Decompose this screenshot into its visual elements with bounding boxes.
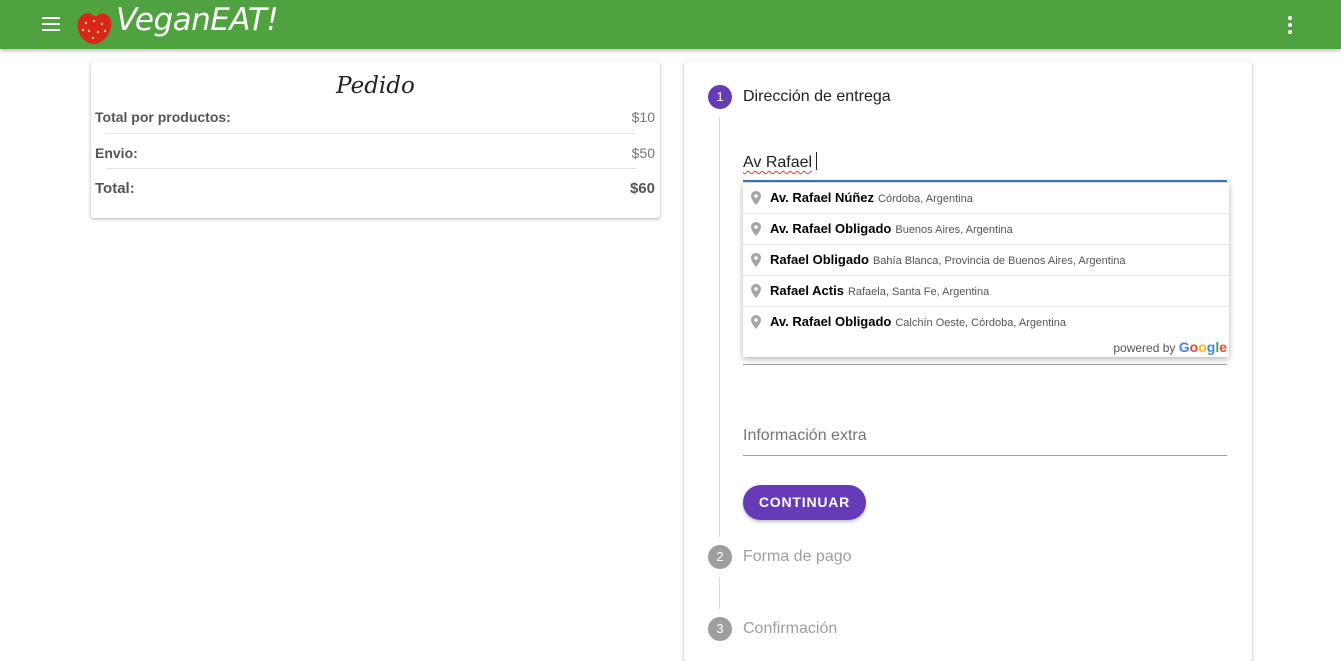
autocomplete-suggestion[interactable]: Av. Rafael Obligado Buenos Aires, Argenti…	[743, 214, 1229, 245]
map-pin-icon	[751, 284, 761, 298]
more-vert-icon[interactable]	[1281, 14, 1299, 36]
map-pin-icon	[751, 191, 761, 205]
suggestion-secondary-text: Calchín Oeste, Córdoba, Argentina	[895, 317, 1066, 329]
continue-button[interactable]: CONTINUAR	[743, 485, 866, 520]
suggestion-secondary-text: Buenos Aires, Argentina	[895, 224, 1013, 236]
grand-total-value: $60	[629, 180, 655, 197]
divider	[106, 168, 636, 169]
divider	[106, 133, 636, 134]
step-connector	[719, 117, 720, 537]
step-3-number[interactable]: 3	[708, 617, 732, 641]
suggestion-main-text: Av. Rafael Obligado	[770, 221, 892, 236]
products-total-value: $10	[631, 109, 655, 125]
suggestion-main-text: Av. Rafael Núñez	[770, 190, 875, 205]
step-connector	[719, 577, 720, 609]
checkout-stepper: 1 Dirección de entrega Av Rafael Informa…	[684, 61, 1252, 661]
step-3-label[interactable]: Confirmación	[743, 620, 837, 638]
address-autocomplete-dropdown: Av. Rafael Núñez Córdoba, Argentina Av. R…	[743, 182, 1229, 357]
extra-info-input[interactable]: Información extra	[743, 427, 1227, 456]
app-title: VeganEAT!	[116, 2, 279, 38]
autocomplete-suggestion[interactable]: Av. Rafael Obligado Calchín Oeste, Córdob…	[743, 307, 1229, 337]
products-total-label: Total por productos:	[95, 109, 231, 125]
step-1-label[interactable]: Dirección de entrega	[743, 88, 891, 106]
shipping-label: Envio:	[95, 145, 138, 161]
extra-info-placeholder: Información extra	[743, 427, 867, 444]
map-pin-icon	[751, 315, 761, 329]
powered-by-google: powered by Google	[1113, 339, 1227, 355]
autocomplete-suggestion[interactable]: Rafael Actis Rafaela, Santa Fe, Argentina	[743, 276, 1229, 307]
suggestion-secondary-text: Bahía Blanca, Provincia de Buenos Aires,…	[872, 255, 1126, 267]
strawberry-logo-icon[interactable]	[74, 3, 114, 45]
autocomplete-suggestion[interactable]: Av. Rafael Núñez Córdoba, Argentina	[743, 183, 1229, 214]
order-title: Pedido	[336, 73, 415, 99]
step-2-label[interactable]: Forma de pago	[743, 548, 852, 566]
step-1-number[interactable]: 1	[708, 85, 732, 109]
suggestion-secondary-text: Córdoba, Argentina	[878, 193, 973, 205]
grand-total-label: Total:	[95, 180, 135, 197]
address-input[interactable]: Av Rafael	[743, 152, 1227, 182]
powered-by-text: powered by	[1113, 341, 1176, 355]
order-summary-card: Pedido Total por productos: $10 Envio: $…	[91, 61, 660, 218]
step-2-number[interactable]: 2	[708, 545, 732, 569]
suggestion-secondary-text: Rafaela, Santa Fe, Argentina	[847, 286, 990, 298]
menu-icon[interactable]	[40, 15, 62, 33]
suggestion-main-text: Av. Rafael Obligado	[770, 314, 892, 329]
map-pin-icon	[751, 253, 761, 267]
suggestion-main-text: Rafael Obligado	[770, 252, 869, 267]
map-pin-icon	[751, 222, 761, 236]
address-input-value: Av Rafael	[743, 154, 813, 171]
autocomplete-suggestion[interactable]: Rafael Obligado Bahía Blanca, Provincia d…	[743, 245, 1229, 276]
text-caret	[816, 152, 818, 170]
google-logo: Google	[1178, 339, 1227, 355]
app-bar: VeganEAT!	[0, 0, 1341, 49]
shipping-value: $50	[631, 145, 655, 161]
suggestion-main-text: Rafael Actis	[770, 283, 844, 298]
address-detail-field[interactable]	[743, 364, 1227, 365]
